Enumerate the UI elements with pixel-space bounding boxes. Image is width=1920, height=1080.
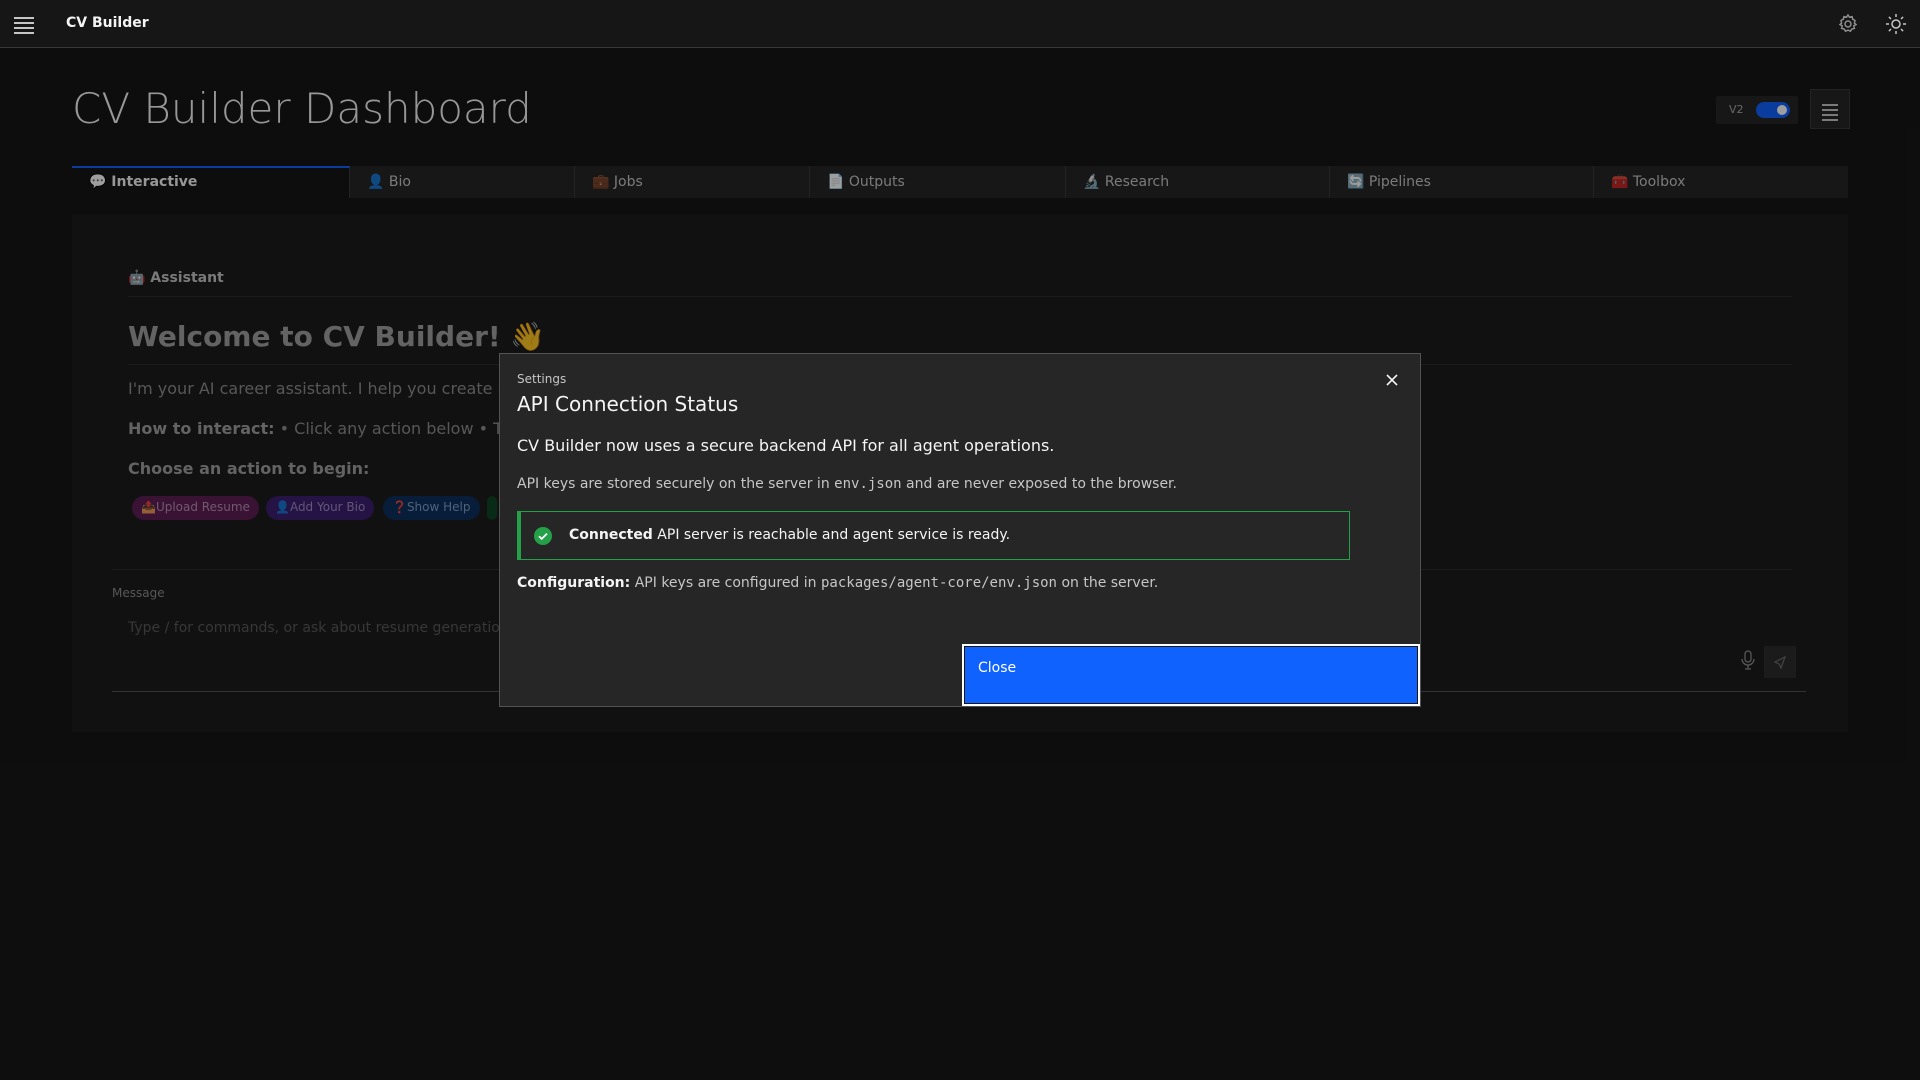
settings-gear-icon[interactable] (1836, 12, 1860, 36)
keys-file: env.json (834, 476, 902, 492)
config-path: packages/agent-core/env.json (820, 575, 1057, 591)
modal-subtitle: CV Builder now uses a secure backend API… (517, 436, 1055, 455)
status-message: API server is reachable and agent servic… (652, 527, 1011, 543)
status-title: Connected (569, 527, 653, 543)
configuration-text: Configuration: API keys are configured i… (517, 575, 1158, 591)
config-label: Configuration: (517, 575, 631, 591)
hamburger-menu-icon[interactable] (14, 14, 34, 34)
keys-prefix: API keys are stored securely on the serv… (517, 476, 835, 492)
config-suffix: on the server. (1057, 575, 1159, 591)
top-bar: CV Builder (0, 0, 1920, 48)
modal-label: Settings (517, 372, 567, 386)
settings-modal: Settings API Connection Status CV Builde… (499, 353, 1421, 707)
api-keys-text: API keys are stored securely on the serv… (517, 476, 1177, 492)
checkmark-circle-icon (534, 527, 552, 545)
close-icon[interactable] (1380, 368, 1404, 392)
app-title[interactable]: CV Builder (66, 15, 149, 31)
keys-suffix: and are never exposed to the browser. (901, 476, 1177, 492)
theme-toggle-sun-icon[interactable] (1884, 12, 1908, 36)
config-prefix: API keys are configured in (630, 575, 821, 591)
status-text: Connected API server is reachable and ag… (569, 527, 1010, 543)
modal-title: API Connection Status (517, 392, 739, 416)
close-button-label: Close (978, 660, 1017, 676)
close-button[interactable]: Close (962, 644, 1420, 706)
connection-status-notice: Connected API server is reachable and ag… (517, 511, 1350, 560)
